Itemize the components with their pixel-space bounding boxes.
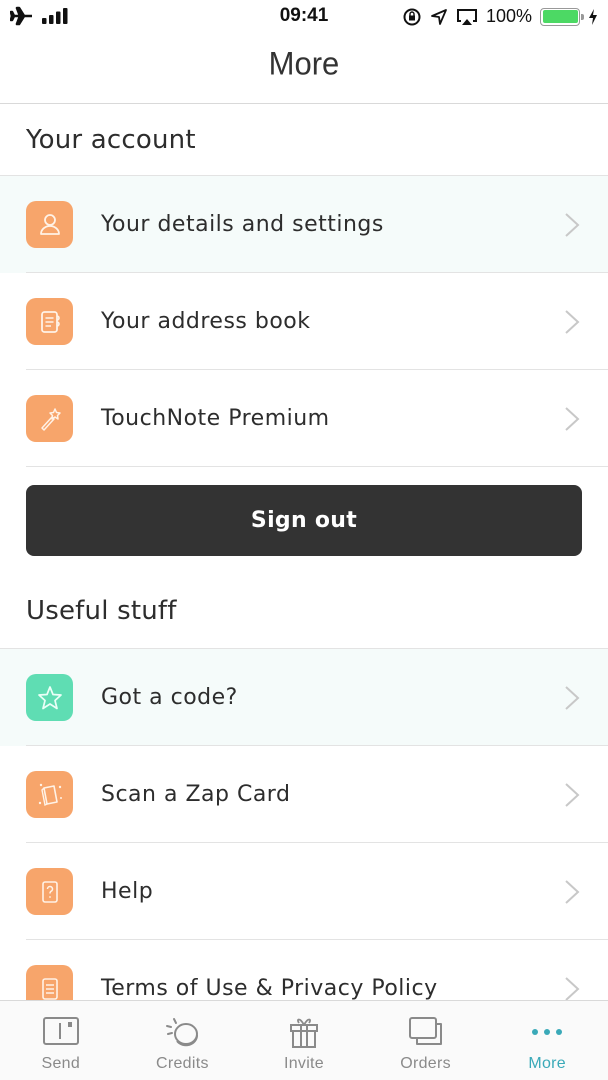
list-item-label: Got a code? [101, 685, 238, 710]
sign-out-button[interactable]: Sign out [26, 485, 582, 556]
zap-card-icon [26, 771, 73, 818]
list-item-help[interactable]: Help [0, 843, 608, 940]
chevron-right-icon [565, 309, 580, 334]
list-item-scan-a-zap-card[interactable]: Scan a Zap Card [0, 746, 608, 843]
list-item-label: TouchNote Premium [101, 406, 330, 431]
gift-icon [289, 1018, 318, 1048]
list-item-terms-and-privacy[interactable]: Terms of Use & Privacy Policy [0, 940, 608, 1000]
sign-out-container: Sign out [0, 467, 608, 574]
battery-percent: 100% [485, 6, 532, 26]
list-item-your-address-book[interactable]: Your address book [0, 273, 608, 370]
person-icon [26, 201, 73, 248]
tab-invite[interactable]: Invite [243, 1001, 365, 1080]
list-item-label: Your details and settings [101, 212, 384, 237]
page-title: More [268, 45, 340, 82]
help-icon [26, 868, 73, 915]
tab-label: Orders [400, 1055, 451, 1072]
chevron-right-icon [565, 685, 580, 710]
battery-icon [540, 7, 584, 26]
tab-orders[interactable]: Orders [365, 1001, 487, 1080]
list-item-touchnote-premium[interactable]: TouchNote Premium [0, 370, 608, 467]
orders-icon [408, 1017, 442, 1045]
tab-credits[interactable]: Credits [122, 1001, 244, 1080]
list-item-label: Scan a Zap Card [101, 782, 291, 807]
address-book-icon [26, 298, 73, 345]
tab-label: Send [41, 1055, 81, 1072]
settings-list[interactable]: Your account Your details and settings Y… [0, 105, 608, 1000]
chevron-right-icon [565, 782, 580, 807]
document-icon [26, 965, 73, 1000]
postcard-icon [42, 1017, 79, 1045]
list-item-got-a-code[interactable]: Got a code? [0, 649, 608, 746]
list-item-label: Help [101, 879, 154, 904]
tab-more[interactable]: More [486, 1001, 608, 1080]
tab-send[interactable]: Send [0, 1001, 122, 1080]
rotation-lock-icon [403, 8, 421, 25]
chevron-right-icon [565, 976, 580, 1000]
section-header-your-account: Your account [0, 105, 608, 176]
location-icon [431, 8, 447, 25]
tab-bar: Send Credits Invite Orders More [0, 1000, 608, 1080]
airplay-icon [456, 8, 477, 25]
chevron-right-icon [565, 212, 580, 237]
tab-label: More [528, 1055, 566, 1072]
magic-wand-icon [26, 395, 73, 442]
section-header-useful-stuff: Useful stuff [0, 574, 608, 649]
chevron-right-icon [565, 879, 580, 904]
tab-label: Invite [283, 1055, 324, 1072]
status-bar: 09:41 100% [0, 0, 608, 34]
star-icon [26, 674, 73, 721]
coin-icon [166, 1018, 199, 1047]
list-item-label: Terms of Use & Privacy Policy [101, 976, 438, 1000]
chevron-right-icon [565, 406, 580, 431]
list-item-your-details-and-settings[interactable]: Your details and settings [0, 176, 608, 273]
navigation-bar: More [0, 34, 608, 104]
charging-icon [589, 8, 597, 25]
tab-label: Credits [156, 1055, 209, 1072]
list-item-label: Your address book [101, 309, 311, 334]
more-dots-icon [532, 1029, 563, 1035]
